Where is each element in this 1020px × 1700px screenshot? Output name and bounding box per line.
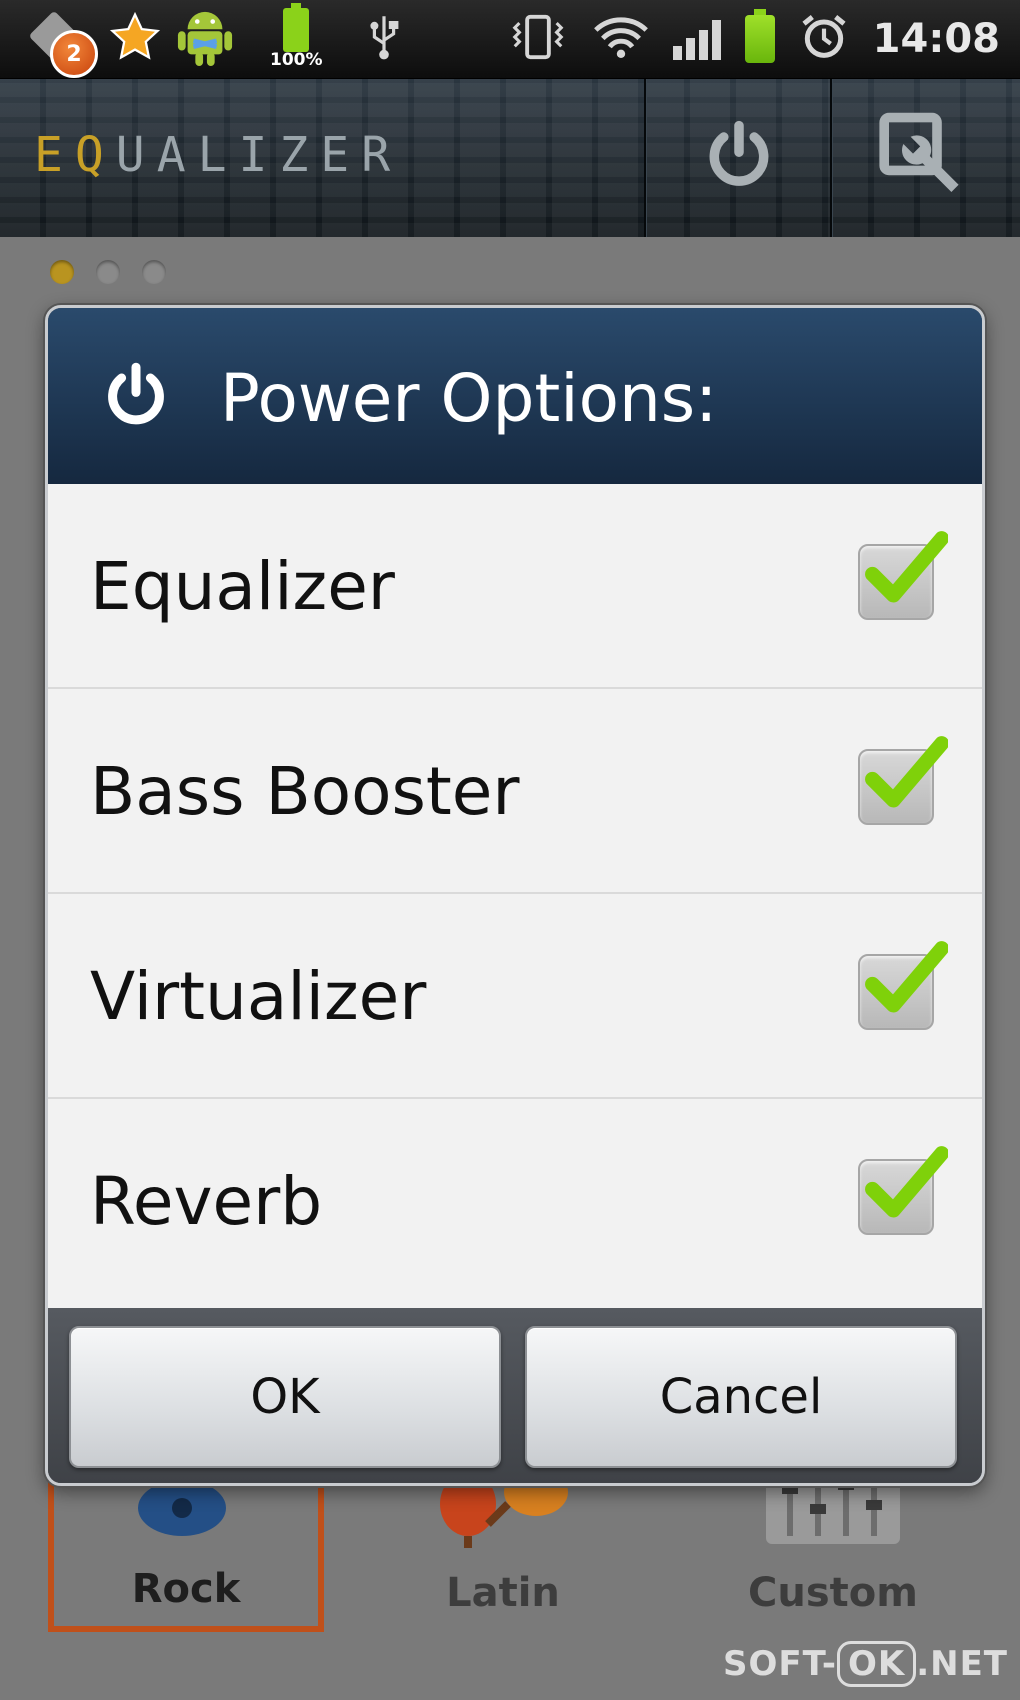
preset-strip: Rock Latin Custom <box>48 1460 988 1660</box>
dialog-footer: OK Cancel <box>48 1308 982 1483</box>
reverb-checkbox[interactable] <box>858 1146 948 1235</box>
header-power-button[interactable] <box>644 79 832 237</box>
preset-label: Rock <box>131 1566 241 1612</box>
ok-button[interactable]: OK <box>69 1326 501 1468</box>
option-virtualizer[interactable]: Virtualizer <box>48 894 982 1099</box>
header-settings-button[interactable] <box>830 79 1018 237</box>
option-label: Reverb <box>90 1163 323 1240</box>
page-dot[interactable] <box>142 260 166 284</box>
checkmark-icon <box>865 531 948 603</box>
watermark-right: .NET <box>916 1644 1008 1684</box>
option-label: Equalizer <box>90 548 395 625</box>
vibrate-icon <box>507 13 569 65</box>
status-bar-notifications: 2 100% <box>28 3 401 78</box>
preset-label: Latin <box>446 1570 560 1616</box>
option-reverb[interactable]: Reverb <box>48 1099 982 1304</box>
power-options-list: Equalizer Bass Booster Virtualizer Rever… <box>48 484 982 1308</box>
dialog-title: Power Options: <box>220 360 718 437</box>
power-options-dialog: Power Options: Equalizer Bass Booster Vi… <box>45 305 985 1486</box>
checkmark-icon <box>865 941 948 1013</box>
page-dot[interactable] <box>96 260 120 284</box>
option-equalizer[interactable]: Equalizer <box>48 484 982 689</box>
watermark-left: SOFT- <box>723 1644 837 1684</box>
app-header: EQUALIZER <box>0 79 1020 237</box>
option-label: Virtualizer <box>90 958 427 1035</box>
dialog-header: Power Options: <box>48 308 982 484</box>
settings-wrench-icon <box>877 108 973 208</box>
signal-icon <box>672 18 721 60</box>
option-bass-booster[interactable]: Bass Booster <box>48 689 982 894</box>
notification-count-badge: 2 <box>50 30 98 78</box>
star-icon <box>108 10 162 68</box>
app-title: EQUALIZER <box>34 127 402 183</box>
usb-icon <box>367 13 401 65</box>
checkmark-icon <box>865 1146 948 1218</box>
checkmark-icon <box>865 736 948 808</box>
status-bar-system: 14:08 <box>507 8 1000 70</box>
preset-label: Custom <box>748 1570 918 1616</box>
wifi-icon <box>593 14 649 64</box>
app-title-accent: EQ <box>34 127 116 183</box>
battery-percent: 100% <box>270 50 323 70</box>
equalizer-checkbox[interactable] <box>858 531 948 620</box>
watermark-middle: OK <box>836 1641 917 1687</box>
android-icon <box>176 6 234 72</box>
power-icon <box>100 360 172 436</box>
page-dot-active[interactable] <box>50 260 74 284</box>
status-clock: 14:08 <box>872 16 1000 62</box>
bass-booster-checkbox[interactable] <box>858 736 948 825</box>
status-bar: 2 100% 14:08 <box>0 0 1020 79</box>
battery-level: 100% <box>270 3 323 70</box>
app-title-rest: UALIZER <box>115 127 403 183</box>
notification-icon[interactable]: 2 <box>28 8 98 78</box>
battery-icon <box>744 9 775 63</box>
power-icon <box>701 118 777 198</box>
virtualizer-checkbox[interactable] <box>858 941 948 1030</box>
cancel-button[interactable]: Cancel <box>525 1326 957 1468</box>
watermark: SOFT- OK .NET <box>723 1641 1008 1687</box>
option-label: Bass Booster <box>90 753 520 830</box>
page-indicator <box>50 260 166 284</box>
alarm-icon <box>799 12 849 66</box>
